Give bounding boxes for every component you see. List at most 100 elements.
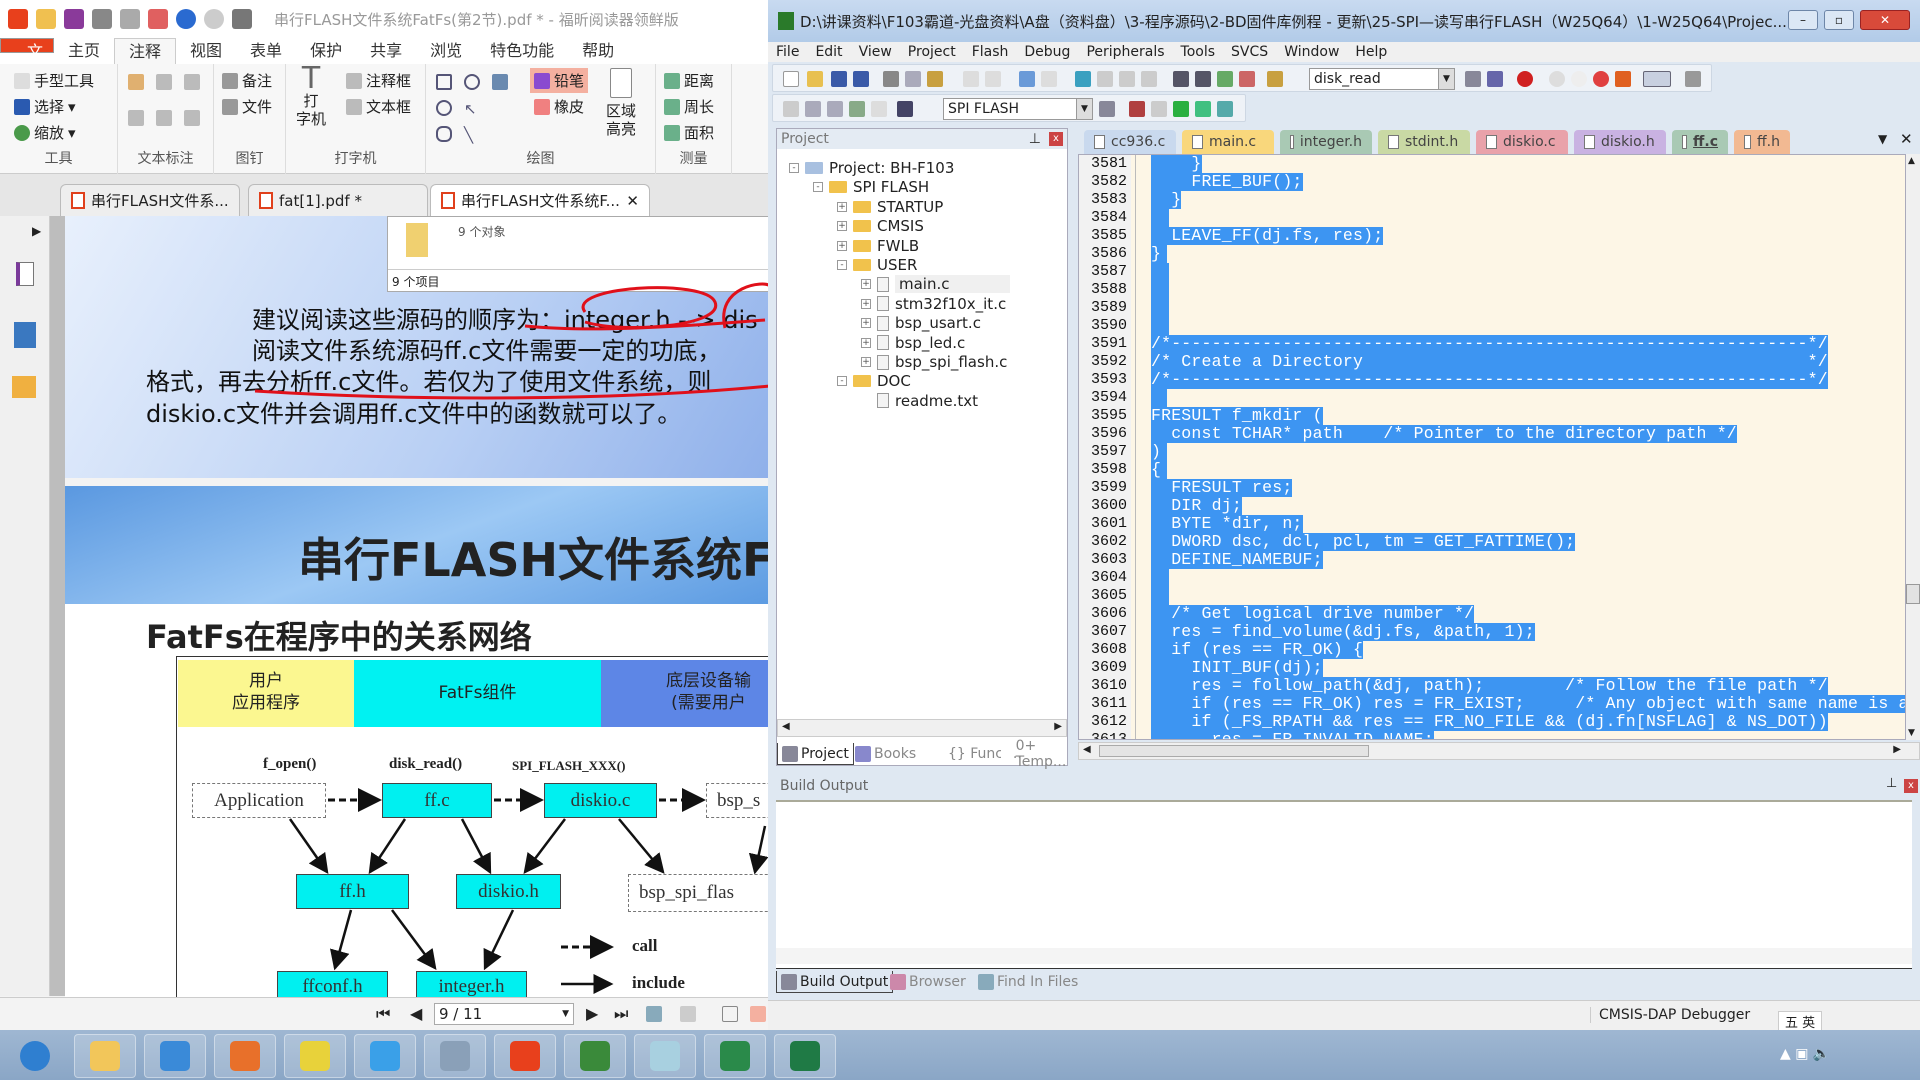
menu-help[interactable]: Help [1347, 42, 1395, 62]
code-line[interactable]: FREE_BUF(); [1151, 173, 1905, 191]
download-icon[interactable] [897, 101, 913, 117]
ribbon-tab[interactable]: 帮助 [568, 38, 628, 64]
tree-item[interactable]: - DOC [837, 372, 911, 390]
editor-tab[interactable]: diskio.h [1574, 130, 1666, 154]
redo-icon[interactable] [985, 71, 1001, 87]
eraser-button[interactable]: 橡皮 [534, 96, 584, 117]
highlight-icon[interactable] [128, 74, 144, 90]
strikeout-icon[interactable] [128, 110, 144, 126]
typewriter-button[interactable]: T打 字机 [296, 64, 326, 129]
chevron-down-icon[interactable]: ▼ [562, 1004, 569, 1024]
taskbar-notepad[interactable] [634, 1034, 696, 1078]
underline-icon[interactable] [156, 74, 172, 90]
next-page-button[interactable]: ▶ [586, 1004, 598, 1023]
bookmarks-icon[interactable] [16, 262, 34, 286]
tree-item[interactable]: + STARTUP [837, 198, 943, 216]
incremental-find-icon[interactable] [1487, 71, 1503, 87]
code-line[interactable]: res = find_volume(&dj.fs, &path, 1); [1151, 623, 1905, 641]
area-highlight-button[interactable]: 区域 高亮 [606, 68, 636, 138]
menu-file[interactable]: File [768, 42, 807, 62]
oval-icon[interactable] [436, 100, 452, 116]
open-icon[interactable] [36, 9, 56, 29]
code-line[interactable]: DIR dj; [1151, 497, 1905, 515]
editor-tab[interactable]: diskio.c [1476, 130, 1568, 154]
close-tab-icon[interactable]: ✕ [626, 192, 639, 210]
pencil-button[interactable]: 铅笔 [530, 68, 589, 93]
scroll-thumb[interactable] [1099, 745, 1369, 757]
panel-tab[interactable]: 0+ Temp... [997, 738, 1075, 770]
editor-tab[interactable]: ff.c [1672, 130, 1728, 154]
run-time-env-icon[interactable] [1173, 101, 1189, 117]
scroll-thumb[interactable] [1906, 584, 1920, 604]
editor-tab[interactable]: stdint.h [1378, 130, 1470, 154]
close-editor-icon[interactable]: ✕ [1900, 130, 1913, 148]
expand-icon[interactable]: + [837, 221, 847, 232]
code-lines[interactable]: } FREE_BUF(); } LEAVE_FF(dj.fs, res);} /*… [1151, 155, 1905, 739]
vertical-scrollbar[interactable]: ▲ ▼ [1906, 154, 1920, 740]
unindent-icon[interactable] [1195, 71, 1211, 87]
code-line[interactable]: DEFINE_NAMEBUF; [1151, 551, 1905, 569]
next-bookmark-icon[interactable] [1119, 71, 1135, 87]
configure-icon[interactable] [1685, 71, 1701, 87]
find-icon[interactable] [1465, 71, 1481, 87]
cloud-icon[interactable] [464, 74, 480, 90]
code-line[interactable]: /* Create a Directory */ [1151, 353, 1905, 371]
undo-icon[interactable] [963, 71, 979, 87]
save-all-icon[interactable] [853, 71, 869, 87]
menu-window[interactable]: Window [1276, 42, 1347, 62]
panel-tab[interactable]: Books [851, 743, 920, 765]
target-options-icon[interactable] [1099, 101, 1115, 117]
build-icon[interactable] [805, 101, 821, 117]
expand-panel-icon[interactable]: ▶ [32, 224, 41, 238]
chevron-down-icon[interactable]: ▼ [1076, 99, 1092, 119]
select-packs-icon[interactable] [1217, 101, 1233, 117]
menu-edit[interactable]: Edit [807, 42, 850, 62]
first-page-button[interactable]: ⏮ [376, 1004, 390, 1024]
uncomment-icon[interactable] [1239, 71, 1255, 87]
code-line[interactable] [1151, 317, 1905, 335]
ribbon-tab[interactable]: 表单 [236, 38, 296, 64]
stop-build-icon[interactable] [871, 101, 887, 117]
select-tool-button[interactable]: 选择 ▾ [14, 96, 76, 117]
code-line[interactable]: if (res == FR_OK) { [1151, 641, 1905, 659]
zoom-tool-button[interactable]: 缩放 ▾ [14, 122, 76, 143]
disable-breakpoint-icon[interactable] [1571, 71, 1587, 87]
code-line[interactable] [1151, 569, 1905, 587]
file-attach-button[interactable]: 文件 [222, 96, 272, 117]
collapse-icon[interactable]: - [837, 260, 847, 270]
window-layout-icon[interactable] [1643, 71, 1671, 87]
ribbon-tab[interactable]: 共享 [356, 38, 416, 64]
tree-item[interactable]: - USER [837, 256, 917, 274]
document-tab[interactable]: fat[1].pdf * [248, 184, 428, 216]
panel-tab[interactable]: Find In Files [974, 971, 1082, 993]
tree-item[interactable]: + bsp_led.c [861, 334, 965, 352]
line-icon[interactable]: ╲ [464, 126, 480, 144]
code-line[interactable]: FRESULT f_mkdir ( [1151, 407, 1905, 425]
comments-icon[interactable] [12, 376, 36, 398]
pages-icon[interactable] [14, 322, 36, 348]
collapse-icon[interactable]: - [837, 376, 847, 387]
code-line[interactable] [1151, 389, 1905, 407]
collapse-icon[interactable]: - [789, 163, 799, 173]
debug-session-icon[interactable] [1517, 71, 1533, 87]
menu-debug[interactable]: Debug [1016, 42, 1078, 62]
scroll-down-icon[interactable]: ▼ [1908, 728, 1915, 738]
expand-icon[interactable]: + [861, 318, 871, 329]
hand-dropdown-icon[interactable] [232, 9, 252, 29]
code-line[interactable]: res = FR_INVALID_NAME; [1151, 731, 1905, 739]
maximize-button[interactable]: ▫ [1824, 10, 1854, 30]
textbox-button[interactable]: 文本框 [346, 96, 411, 117]
close-button[interactable]: ✕ [1860, 10, 1910, 30]
clear-bookmarks-icon[interactable] [1141, 71, 1157, 87]
expand-icon[interactable]: + [837, 201, 847, 212]
replace-text-icon[interactable] [156, 110, 172, 126]
taskbar-music-player[interactable] [284, 1034, 346, 1078]
chevron-down-icon[interactable]: ▼ [1438, 69, 1454, 89]
document-tab[interactable]: 串行FLASH文件系... [60, 184, 240, 216]
rectangle-icon[interactable] [436, 74, 452, 90]
code-line[interactable]: /* Get logical drive number */ [1151, 605, 1905, 623]
code-line[interactable]: ) [1151, 443, 1905, 461]
code-line[interactable] [1151, 263, 1905, 281]
translate-icon[interactable] [783, 101, 799, 117]
undo-icon[interactable] [176, 9, 196, 29]
